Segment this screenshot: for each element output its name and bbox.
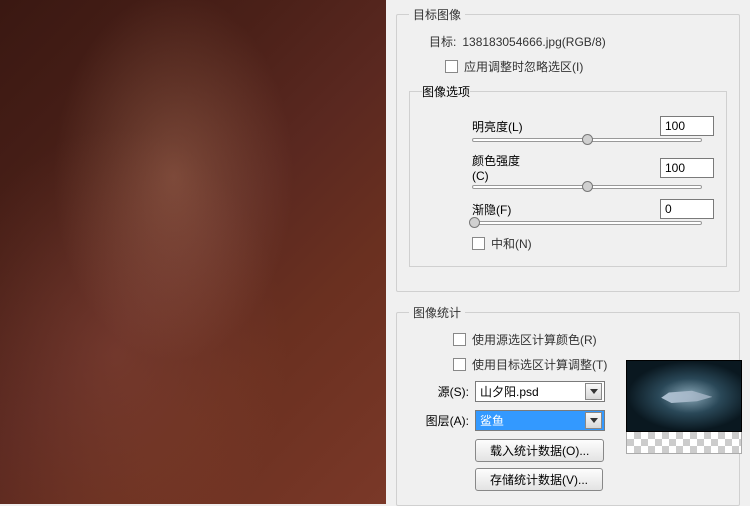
fade-control: 渐隐(F)	[422, 199, 714, 225]
layer-select-value: 鲨鱼	[480, 412, 504, 429]
color-intensity-control: 颜色强度(C)	[422, 152, 714, 189]
load-statistics-button[interactable]: 载入统计数据(O)...	[475, 439, 604, 462]
ignore-selection-checkbox[interactable]	[445, 60, 458, 73]
brightness-control: 明亮度(L)	[422, 116, 714, 142]
brightness-slider[interactable]	[472, 138, 702, 142]
chevron-down-icon	[585, 412, 602, 429]
fade-label: 渐隐(F)	[422, 201, 536, 218]
image-options-legend: 图像选项	[422, 83, 470, 100]
chevron-down-icon	[585, 383, 602, 400]
brightness-input[interactable]	[660, 116, 714, 136]
use-source-selection-checkbox[interactable]	[453, 333, 466, 346]
document-canvas-preview	[0, 0, 386, 504]
neutralize-label: 中和(N)	[491, 235, 532, 252]
color-intensity-slider[interactable]	[472, 185, 702, 189]
source-thumbnail	[626, 360, 750, 454]
layer-select[interactable]: 鲨鱼	[475, 410, 605, 431]
target-label: 目标:	[429, 33, 456, 50]
layer-label: 图层(A):	[409, 412, 469, 429]
transparency-checker	[626, 432, 742, 454]
neutralize-checkbox[interactable]	[472, 237, 485, 250]
target-image-group: 目标图像 目标: 138183054666.jpg(RGB/8) 应用调整时忽略…	[396, 6, 740, 292]
image-statistics-group: 图像统计 使用源选区计算颜色(R) 使用目标选区计算调整(T) 源(S): 山夕…	[396, 304, 740, 506]
save-statistics-button[interactable]: 存储统计数据(V)...	[475, 468, 603, 491]
fade-input[interactable]	[660, 199, 714, 219]
image-statistics-legend: 图像统计	[409, 304, 465, 321]
image-options-group: 图像选项 明亮度(L) 颜色强度(C)	[409, 83, 727, 267]
color-intensity-input[interactable]	[660, 158, 714, 178]
match-color-panel: 目标图像 目标: 138183054666.jpg(RGB/8) 应用调整时忽略…	[386, 0, 750, 504]
brightness-label: 明亮度(L)	[422, 118, 536, 135]
ignore-selection-label: 应用调整时忽略选区(I)	[464, 58, 583, 75]
target-image-legend: 目标图像	[409, 6, 465, 23]
color-intensity-label: 颜色强度(C)	[422, 152, 536, 183]
source-select-value: 山夕阳.psd	[480, 383, 539, 400]
use-target-selection-label: 使用目标选区计算调整(T)	[472, 356, 607, 373]
use-target-selection-checkbox[interactable]	[453, 358, 466, 371]
source-thumbnail-image	[626, 360, 742, 432]
use-source-selection-label: 使用源选区计算颜色(R)	[472, 331, 597, 348]
source-select[interactable]: 山夕阳.psd	[475, 381, 605, 402]
source-label: 源(S):	[409, 383, 469, 400]
fade-slider[interactable]	[472, 221, 702, 225]
target-value: 138183054666.jpg(RGB/8)	[462, 35, 605, 49]
